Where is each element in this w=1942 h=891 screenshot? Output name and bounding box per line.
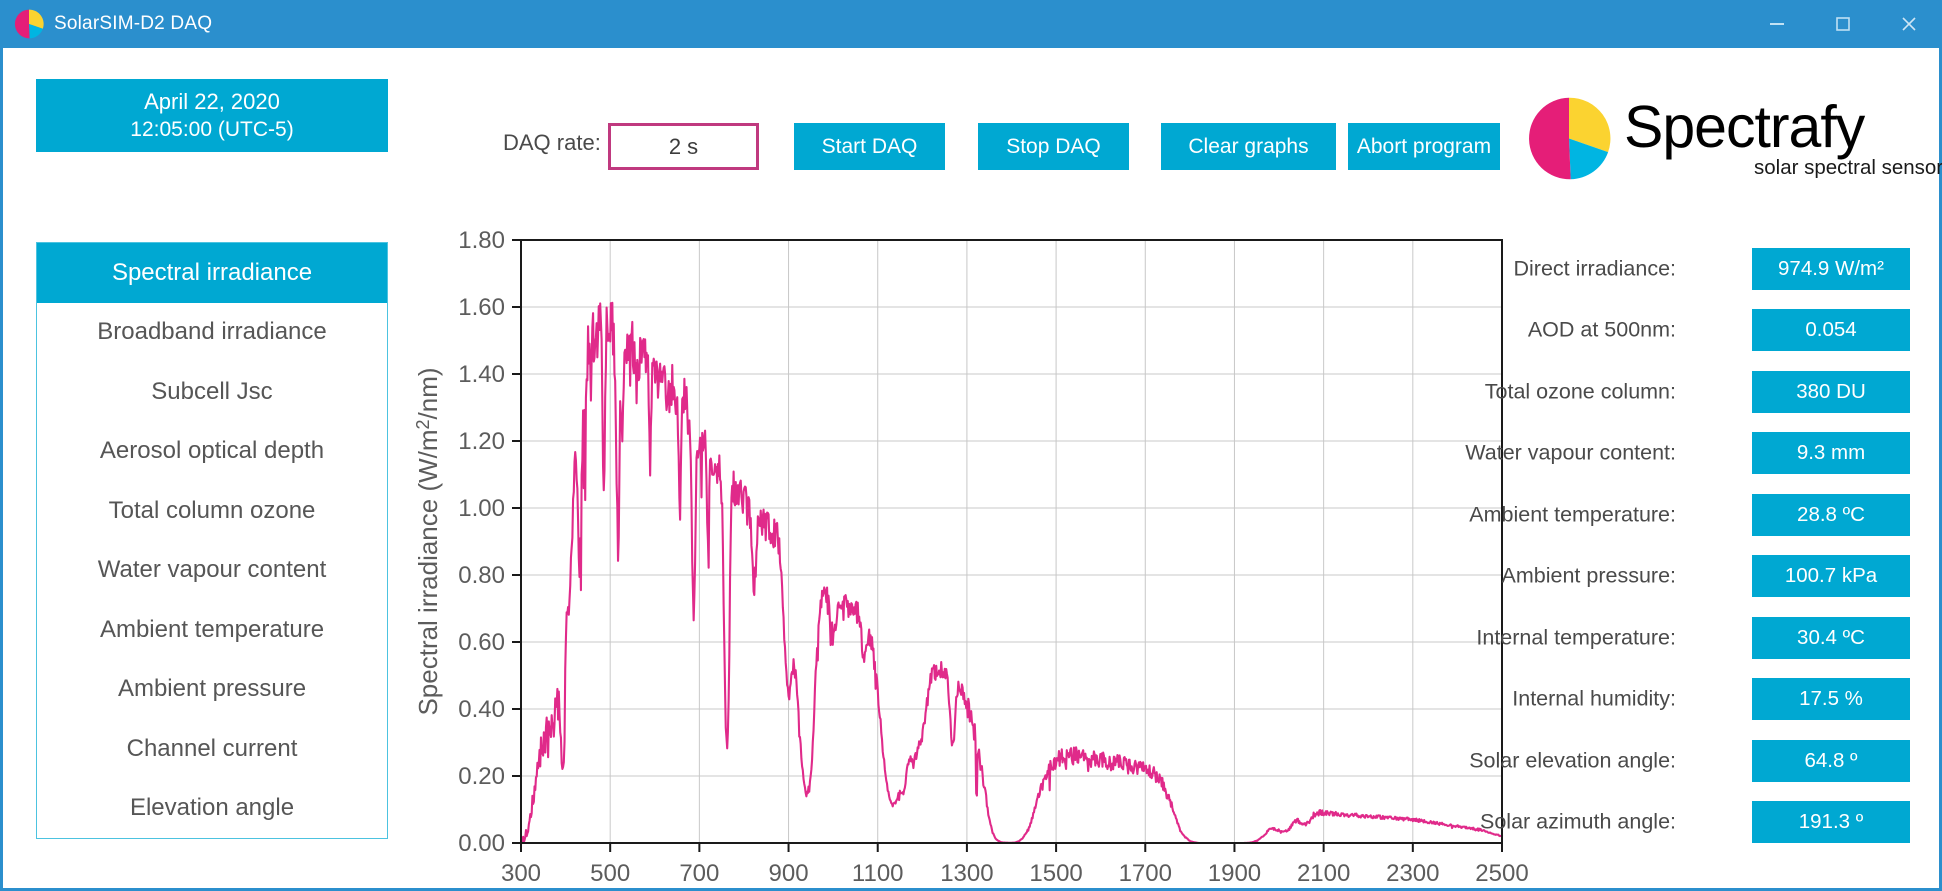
start-daq-button[interactable]: Start DAQ xyxy=(794,123,945,170)
svg-text:1300: 1300 xyxy=(940,860,993,887)
sidebar-item-label: Spectral irradiance xyxy=(111,258,313,286)
clear-graphs-button[interactable]: Clear graphs xyxy=(1161,123,1336,170)
readout-label-solar-azimuth-angle: Solar azimuth angle: xyxy=(1480,809,1676,834)
readout-label-internal-humidity: Internal humidity: xyxy=(1512,686,1676,711)
readout-value-ambient-pressure: 100.7 kPa xyxy=(1752,555,1910,598)
close-button[interactable] xyxy=(1876,0,1942,48)
readout-value-direct-irradiance: 974.9 W/m² xyxy=(1752,247,1910,290)
readout-label-direct-irradiance: Direct irradiance: xyxy=(1513,256,1677,281)
svg-text:900: 900 xyxy=(769,860,809,887)
readout-label-aod-at-500nm: AOD at 500nm: xyxy=(1527,317,1676,342)
daq-rate-input[interactable]: 2 s xyxy=(608,123,759,170)
sidebar-item-ambient-temperature[interactable]: Ambient temperature xyxy=(37,600,387,660)
svg-text:1900: 1900 xyxy=(1208,860,1261,887)
window-title: SolarSIM-D2 DAQ xyxy=(54,13,213,34)
svg-text:1.40: 1.40 xyxy=(458,361,505,388)
sidebar-item-label: Ambient temperature xyxy=(99,615,325,643)
svg-text:1100: 1100 xyxy=(852,860,904,887)
svg-text:500: 500 xyxy=(590,860,630,887)
date-text: April 22, 2020 xyxy=(144,88,280,114)
sidebar-item-broadband-irradiance[interactable]: Broadband irradiance xyxy=(37,303,387,363)
client-area: DAQ rate: 2 s Start DAQ Stop DAQ Clear g… xyxy=(3,48,1942,888)
sidebar-item-aerosol-optical-depth[interactable]: Aerosol optical depth xyxy=(37,422,387,482)
readout-label-ambient-temperature: Ambient temperature: xyxy=(1469,502,1676,527)
readout-row-solar-azimuth-angle: Solar azimuth angle: 191.3 º xyxy=(1480,792,1928,854)
readout-row-ambient-pressure: Ambient pressure: 100.7 kPa xyxy=(1498,546,1928,608)
readout-row-ambient-temperature: Ambient temperature: 28.8 ºC xyxy=(1469,484,1928,546)
svg-text:2100: 2100 xyxy=(1297,860,1350,887)
readout-row-solar-elevation-angle: Solar elevation angle: 64.8 º xyxy=(1469,730,1928,792)
readout-row-water-vapour-content: Water vapour content: 9.3 mm xyxy=(1465,423,1928,485)
sidebar-nav: Spectral irradiance Broadband irradiance S… xyxy=(36,242,388,839)
minimize-button[interactable] xyxy=(1744,0,1810,48)
svg-text:2500: 2500 xyxy=(1475,860,1528,887)
svg-text:1700: 1700 xyxy=(1119,860,1172,887)
svg-text:0.40: 0.40 xyxy=(458,696,505,723)
title-bar: SolarSIM-D2 DAQ xyxy=(0,0,1942,48)
readout-row-internal-temperature: Internal temperature: 30.4 ºC xyxy=(1476,607,1928,669)
sidebar-item-label: Aerosol optical depth xyxy=(99,437,325,465)
svg-text:2300: 2300 xyxy=(1386,860,1439,887)
readout-label-total-ozone-column: Total ozone column: xyxy=(1484,379,1676,404)
svg-text:0.60: 0.60 xyxy=(458,629,505,656)
y-axis-label: Spectral irradiance (W/m2/nm) xyxy=(413,367,443,715)
stop-daq-button[interactable]: Stop DAQ xyxy=(978,123,1129,170)
daq-rate-label: DAQ rate: xyxy=(503,130,601,155)
sidebar-item-spectral-irradiance[interactable]: Spectral irradiance xyxy=(37,243,387,303)
readout-row-direct-irradiance: Direct irradiance: 974.9 W/m² xyxy=(1498,238,1928,300)
sidebar-item-label: Ambient pressure xyxy=(117,675,307,703)
readout-label-ambient-pressure: Ambient pressure: xyxy=(1501,563,1676,588)
readout-row-aod-at-500nm: AOD at 500nm: 0.054 xyxy=(1498,300,1928,362)
svg-text:0.00: 0.00 xyxy=(458,830,505,857)
spectral-irradiance-chart: 0.00 0.20 0.40 0.60 0.80 1.00 1.20 1.40 1.60 1.80… xyxy=(409,198,1529,888)
readout-row-total-ozone-column: Total ozone column: 380 DU xyxy=(1485,361,1928,423)
readout-value-aod-at-500nm: 0.054 xyxy=(1752,309,1910,352)
readout-label-water-vapour-content: Water vapour content: xyxy=(1465,440,1676,465)
svg-text:1.20: 1.20 xyxy=(458,428,505,455)
brand-name: Spectrafy xyxy=(1624,94,1865,160)
readout-value-water-vapour-content: 9.3 mm xyxy=(1752,432,1910,475)
spectrafy-mark-icon xyxy=(1526,96,1612,181)
readout-value-solar-elevation-angle: 64.8 º xyxy=(1752,739,1910,782)
sidebar-item-total-column-ozone[interactable]: Total column ozone xyxy=(37,481,387,541)
readout-row-internal-humidity: Internal humidity: 17.5 % xyxy=(1498,669,1928,731)
readout-label-solar-elevation-angle: Solar elevation angle: xyxy=(1469,748,1676,773)
readout-value-internal-temperature: 30.4 ºC xyxy=(1752,616,1910,659)
sidebar-item-label: Channel current xyxy=(126,734,298,762)
application-window: SolarSIM-D2 DAQ DAQ rate: 2 s Start DAQ … xyxy=(0,0,1942,891)
svg-text:Spectral irradiance (W/m2/nm): Spectral irradiance (W/m2/nm) xyxy=(413,367,443,715)
time-text: 12:05:00 (UTC-5) xyxy=(130,118,294,142)
svg-text:1500: 1500 xyxy=(1029,860,1082,887)
sidebar-item-label: Broadband irradiance xyxy=(97,318,327,346)
spectrafy-logo-icon xyxy=(14,9,44,39)
sidebar-item-elevation-angle[interactable]: Elevation angle xyxy=(37,779,387,839)
maximize-button[interactable] xyxy=(1810,0,1876,48)
svg-text:0.20: 0.20 xyxy=(458,763,505,790)
readout-value-ambient-temperature: 28.8 ºC xyxy=(1752,493,1910,536)
datetime-display: April 22, 2020 12:05:00 (UTC-5) xyxy=(36,79,388,152)
abort-program-button[interactable]: Abort program xyxy=(1348,123,1500,170)
sidebar-item-water-vapour-content[interactable]: Water vapour content xyxy=(37,541,387,601)
brand-tagline: solar spectral sensors xyxy=(1754,156,1942,179)
readout-value-total-ozone-column: 380 DU xyxy=(1752,370,1910,413)
sidebar-item-label: Subcell Jsc xyxy=(151,377,273,405)
svg-text:1.60: 1.60 xyxy=(458,294,505,321)
readout-value-solar-azimuth-angle: 191.3 º xyxy=(1752,801,1910,844)
readout-value-internal-humidity: 17.5 % xyxy=(1752,678,1910,721)
svg-text:0.80: 0.80 xyxy=(458,562,505,589)
sidebar-item-label: Total column ozone xyxy=(108,496,316,524)
readout-panel: Direct irradiance: 974.9 W/m² AOD at 500nm… xyxy=(1465,238,1928,854)
sidebar-item-subcell-jsc[interactable]: Subcell Jsc xyxy=(37,362,387,422)
sidebar-item-label: Elevation angle xyxy=(129,794,295,822)
sidebar-item-label: Water vapour content xyxy=(97,556,327,584)
sidebar-item-ambient-pressure[interactable]: Ambient pressure xyxy=(37,660,387,720)
readout-label-internal-temperature: Internal temperature: xyxy=(1476,625,1676,650)
svg-text:300: 300 xyxy=(501,860,541,887)
svg-text:1.80: 1.80 xyxy=(458,227,505,254)
brand-logo: Spectrafy solar spectral sensors xyxy=(1526,94,1942,181)
svg-text:700: 700 xyxy=(679,860,719,887)
sidebar-item-channel-current[interactable]: Channel current xyxy=(37,719,387,779)
svg-text:1.00: 1.00 xyxy=(458,495,505,522)
